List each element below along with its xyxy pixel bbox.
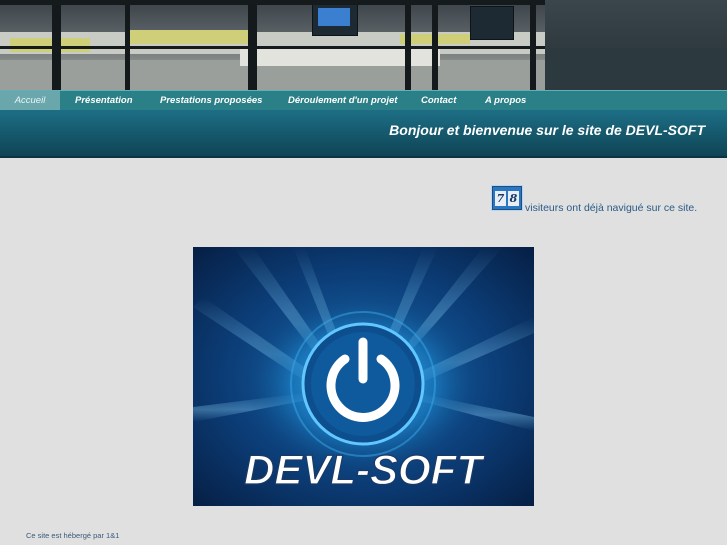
visitor-counter: 7 8 [491,185,523,211]
nav-item-prestations[interactable]: Prestations proposées [145,91,273,110]
devl-soft-logo: DEVL-SOFT [193,247,534,506]
nav-item-deroulement[interactable]: Déroulement d'un projet [273,91,406,110]
footer-hosting-text: Ce site est hébergé par 1&1 [26,531,120,540]
welcome-banner: Bonjour et bienvenue sur le site de DEVL… [0,110,727,158]
header-banner-image [0,0,727,90]
visitor-counter-text: visiteurs ont déjà navigué sur ce site. [525,202,698,214]
nav-item-contact[interactable]: Contact [406,91,470,110]
nav-item-a-propos[interactable]: A propos [470,91,545,110]
nav-item-presentation[interactable]: Présentation [60,91,145,110]
header-right-panel [545,0,727,90]
counter-digit: 8 [508,190,519,206]
main-nav: Accueil Présentation Prestations proposé… [0,90,727,111]
counter-digit: 7 [495,190,506,206]
welcome-title: Bonjour et bienvenue sur le site de DEVL… [389,122,705,138]
logo-text: DEVL-SOFT [244,446,485,493]
office-photo [0,0,545,90]
nav-item-accueil[interactable]: Accueil [0,91,60,110]
